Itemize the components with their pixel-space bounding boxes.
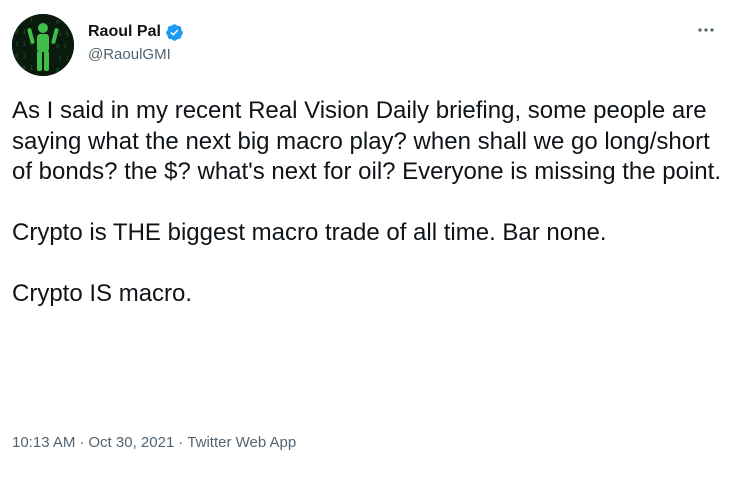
tweet-card: 1 0 10 11 1 0 0 11 0 1 0 11 00 1 1 10 1 … [0,0,733,477]
author-info: Raoul Pal @RaoulGMI [88,22,184,63]
timestamp-time[interactable]: 10:13 AM [12,434,75,451]
tweet-paragraph: Crypto is THE biggest macro trade of all… [12,219,607,246]
svg-text:1 1: 1 1 [58,55,69,62]
separator: · [79,434,85,451]
svg-text:1 0 1: 1 0 1 [15,17,33,24]
tweet-metadata: 10:13 AM · Oct 30, 2021 · Twitter Web App [12,434,296,451]
svg-text:0 1: 0 1 [56,43,67,50]
avatar[interactable]: 1 0 10 11 1 0 0 11 0 1 0 11 00 1 1 10 1 [12,14,74,76]
handle[interactable]: @RaoulGMI [88,46,184,63]
svg-text:0 1: 0 1 [15,29,26,36]
source-link[interactable]: Twitter Web App [187,434,296,451]
svg-text:0 1: 0 1 [56,19,67,26]
separator: · [178,434,184,451]
svg-text:0 1: 0 1 [56,67,67,74]
svg-text:1 0 1: 1 0 1 [15,65,33,72]
name-row: Raoul Pal [88,22,184,42]
tweet-paragraph: Crypto IS macro. [12,280,193,307]
svg-text:1 0: 1 0 [58,31,69,38]
timestamp-date[interactable]: Oct 30, 2021 [88,434,174,451]
more-options-icon[interactable] [695,22,717,38]
svg-text:0 1: 0 1 [15,53,26,60]
tweet-text: As I said in my recent Real Vision Daily… [12,96,724,310]
display-name[interactable]: Raoul Pal [88,23,161,41]
verified-badge-icon [165,23,184,42]
tweet-paragraph: As I said in my recent Real Vision Daily… [12,97,721,185]
